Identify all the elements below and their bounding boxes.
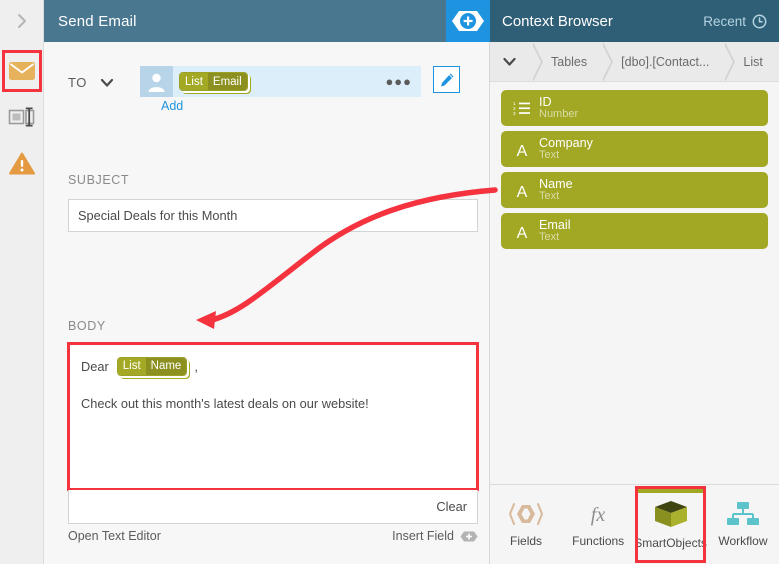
subject-label: SUBJECT [68, 173, 130, 187]
field-type: Text [539, 148, 560, 161]
letter-a-icon: A [511, 223, 533, 240]
ellipsis-icon[interactable]: ●●● [385, 75, 412, 88]
clear-button[interactable]: Clear [436, 499, 467, 514]
insert-field-button[interactable]: Insert Field [392, 529, 478, 543]
tab-label: Functions [572, 534, 625, 548]
left-icon-rail [0, 0, 44, 564]
svg-text:A: A [517, 225, 528, 240]
body-token[interactable]: List Name [116, 356, 188, 376]
body-token-value: Name [145, 357, 187, 375]
field-type: Number [539, 107, 579, 120]
tab-fields[interactable]: Fields [490, 485, 562, 564]
body-greeting-suffix: , [194, 358, 198, 374]
recent-button[interactable]: Recent [703, 14, 767, 29]
body-footer-row: Open Text Editor Insert Field [68, 529, 478, 543]
context-browser-title: Context Browser [502, 12, 613, 30]
field-name: Email [539, 217, 571, 232]
field-type: Text [539, 189, 560, 202]
avatar [140, 66, 173, 97]
svg-text:fx: fx [591, 504, 606, 526]
fields-icon [509, 503, 544, 525]
to-add-link[interactable]: Add [161, 99, 183, 113]
envelope-icon [9, 62, 35, 80]
svg-text:A: A [517, 184, 528, 199]
warning-triangle-icon [9, 152, 35, 174]
context-browser-header: Context Browser Recent [490, 0, 779, 42]
list-item[interactable]: A Email Text [501, 213, 768, 249]
breadcrumb-caret[interactable] [490, 42, 543, 82]
tab-active-indicator [638, 489, 703, 493]
letter-a-icon: A [511, 141, 533, 158]
open-text-editor-link[interactable]: Open Text Editor [68, 529, 161, 543]
list-item[interactable]: A Name Text [501, 172, 768, 208]
to-token-value: Email [207, 73, 247, 90]
body-greeting-line: Dear List Name , [81, 356, 465, 376]
body-greeting-prefix: Dear [81, 358, 109, 374]
letter-a-icon: A [511, 182, 533, 199]
insert-field-icon [460, 531, 478, 541]
subject-value: Special Deals for this Month [78, 208, 238, 223]
chevron-down-icon[interactable] [100, 78, 114, 88]
field-list: 1 2 3 ID Number A Company Text A Name Te… [490, 82, 779, 249]
tab-functions[interactable]: fx Functions [562, 485, 634, 564]
body-label: BODY [68, 319, 106, 333]
to-token[interactable]: List Email [179, 72, 248, 91]
workflow-icon [726, 502, 759, 525]
person-icon [148, 73, 165, 92]
to-label: TO [68, 75, 87, 90]
to-edit-button[interactable] [433, 66, 460, 93]
body-paragraph: Check out this month's latest deals on o… [81, 396, 369, 411]
email-form-panel: TO List Email ●●● Add SUBJECT Special De… [44, 42, 490, 564]
tab-label: Workflow [718, 534, 768, 548]
text-input-icon [8, 107, 35, 127]
field-type: Text [539, 230, 560, 243]
add-step-button[interactable] [446, 0, 490, 42]
list-item[interactable]: 1 2 3 ID Number [501, 90, 768, 126]
to-input[interactable]: List Email ●●● [140, 66, 421, 97]
field-name: Name [539, 176, 573, 191]
rail-item-email[interactable] [0, 48, 44, 94]
plus-hexagon-icon [452, 11, 484, 31]
fx-icon: fx [591, 504, 606, 526]
tab-smartobjects[interactable]: SmartObjects [634, 485, 707, 564]
body-token-prefix: List [117, 357, 146, 375]
insert-field-label: Insert Field [392, 529, 454, 543]
rail-item-warning[interactable] [0, 140, 44, 186]
field-name: ID [539, 94, 552, 109]
pencil-icon [440, 73, 453, 86]
recent-label: Recent [703, 13, 746, 29]
expand-panel-button[interactable] [0, 0, 43, 42]
to-row: TO List Email ●●● Add [68, 66, 478, 116]
field-name: Company [539, 135, 593, 150]
tab-workflow[interactable]: Workflow [707, 485, 779, 564]
list-item[interactable]: A Company Text [501, 131, 768, 167]
breadcrumb-item-1[interactable]: [dbo].[Contact... [601, 42, 736, 82]
context-browser-toolbar: Fields fx Functions SmartObjects Workflo… [490, 484, 779, 564]
svg-text:3: 3 [513, 111, 516, 116]
tab-label: SmartObjects [634, 536, 707, 550]
main-panel-header: Send Email [44, 0, 446, 42]
to-token-prefix: List [180, 73, 208, 90]
rail-item-text-input[interactable] [0, 94, 44, 140]
tab-label: Fields [510, 534, 543, 548]
subject-input[interactable]: Special Deals for this Month [68, 199, 478, 232]
app-root: Send Email TO List Email ●●● Add SUBJECT… [0, 0, 779, 564]
body-clear-bar: Clear [68, 490, 478, 524]
clock-icon [752, 14, 767, 28]
page-title: Send Email [58, 12, 137, 30]
cube-icon [654, 501, 687, 527]
chevron-down-icon [503, 57, 516, 66]
body-editor[interactable]: Dear List Name , Check out this month's … [67, 342, 479, 491]
breadcrumb: Tables [dbo].[Contact... List [490, 42, 779, 82]
context-browser-panel: Context Browser Recent Tables [dbo].[Con… [490, 0, 779, 564]
chevron-right-icon [17, 14, 26, 28]
svg-text:A: A [517, 143, 528, 158]
numbered-list-icon: 1 2 3 [511, 100, 533, 116]
